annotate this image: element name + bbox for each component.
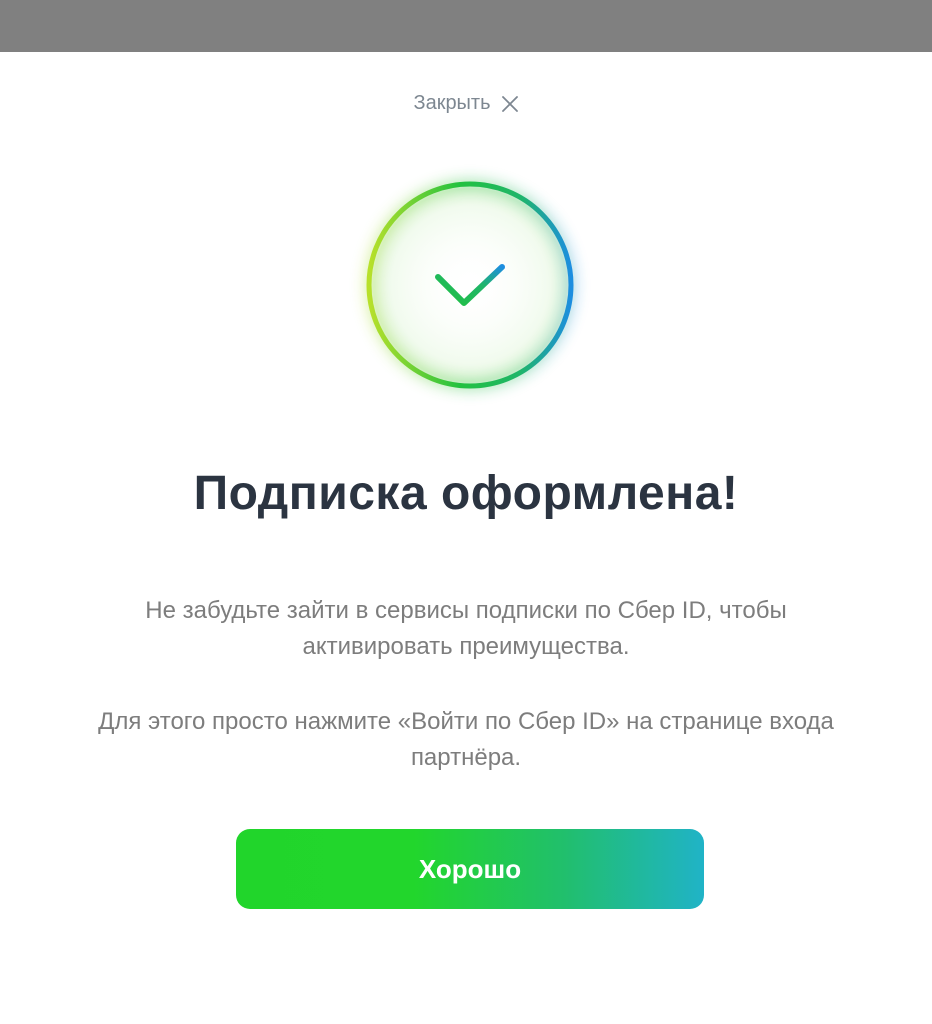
close-x-icon	[501, 95, 519, 113]
icon-glow	[358, 173, 582, 397]
close-button[interactable]: Закрыть	[407, 88, 524, 119]
close-label: Закрыть	[413, 92, 491, 114]
instruction-text: Для этого просто нажмите «Войти по Сбер …	[98, 708, 834, 771]
backdrop-overlay[interactable]	[0, 0, 932, 52]
modal-title: Подписка оформлена!	[193, 467, 739, 520]
reminder-text: Не забудьте зайти в сервисы подписки по …	[145, 597, 787, 660]
ok-button[interactable]: Хорошо	[236, 829, 704, 909]
close-row: Закрыть	[0, 88, 932, 119]
check-circle-icon	[358, 173, 582, 397]
subscription-success-modal: Закрыть Подписка оформлена! Не забудьте …	[0, 52, 932, 1024]
